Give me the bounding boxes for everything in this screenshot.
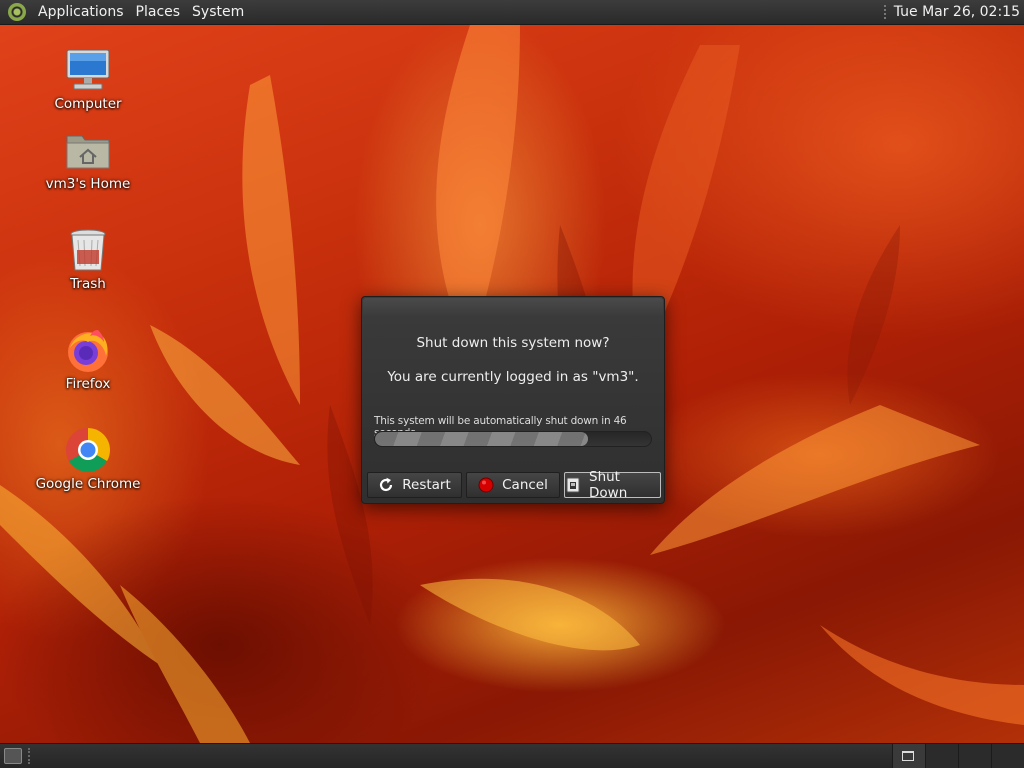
desktop-icon-chrome[interactable]: Google Chrome — [33, 426, 143, 492]
menu-places[interactable]: Places — [130, 4, 187, 20]
desktop-icon-trash[interactable]: Trash — [33, 226, 143, 292]
restart-label: Restart — [402, 477, 451, 493]
countdown-progress-bar — [374, 431, 652, 447]
shutdown-dialog: Shut down this system now? You are curre… — [361, 296, 665, 504]
stop-icon — [478, 477, 494, 493]
desktop-icon-label: vm3's Home — [45, 176, 131, 192]
trash-icon — [64, 226, 112, 274]
workspace-switcher — [892, 744, 1024, 768]
firefox-icon — [64, 326, 112, 374]
dialog-header — [363, 298, 663, 316]
workspace-2[interactable] — [925, 744, 958, 768]
restart-button[interactable]: Restart — [367, 472, 462, 498]
shutdown-label: Shut Down — [589, 469, 628, 501]
shutdown-question: Shut down this system now? — [416, 335, 610, 351]
bottom-panel — [0, 743, 1024, 768]
countdown-progress-fill — [375, 432, 588, 446]
panel-handle[interactable] — [883, 5, 886, 19]
menu-system[interactable]: System — [186, 4, 250, 20]
workspace-1[interactable] — [892, 744, 925, 768]
top-panel-right: Tue Mar 26, 02:15 — [883, 4, 1024, 20]
shutdown-button[interactable]: Shut Down — [564, 469, 661, 501]
desktop-icon-label: Trash — [70, 276, 106, 292]
clock[interactable]: Tue Mar 26, 02:15 — [894, 4, 1024, 20]
restart-icon — [378, 477, 394, 493]
workspace-4[interactable] — [991, 744, 1024, 768]
desktop-icon-firefox[interactable]: Firefox — [33, 326, 143, 392]
panel-handle[interactable] — [28, 748, 30, 764]
show-desktop-icon[interactable] — [4, 748, 22, 764]
desktop-icon-home[interactable]: vm3's Home — [33, 126, 143, 192]
top-panel: Applications Places System Tue Mar 26, 0… — [0, 0, 1024, 25]
chrome-icon — [64, 426, 112, 474]
distro-logo-icon[interactable] — [8, 3, 26, 21]
workspace-3[interactable] — [958, 744, 991, 768]
desktop-icon-label: Firefox — [65, 376, 111, 392]
logged-in-message: You are currently logged in as "vm3". — [387, 369, 639, 385]
cancel-button[interactable]: Cancel — [466, 472, 560, 498]
cancel-label: Cancel — [502, 477, 548, 493]
desktop-icon-label: Google Chrome — [35, 476, 141, 492]
menu-applications[interactable]: Applications — [32, 4, 130, 20]
desktop-icon-computer[interactable]: Computer — [33, 46, 143, 112]
dialog-buttons: Restart Cancel Shut Down — [367, 469, 661, 501]
home-folder-icon — [64, 126, 112, 174]
computer-icon — [64, 46, 112, 94]
shutdown-icon — [565, 477, 581, 493]
desktop-icon-label: Computer — [54, 96, 122, 112]
